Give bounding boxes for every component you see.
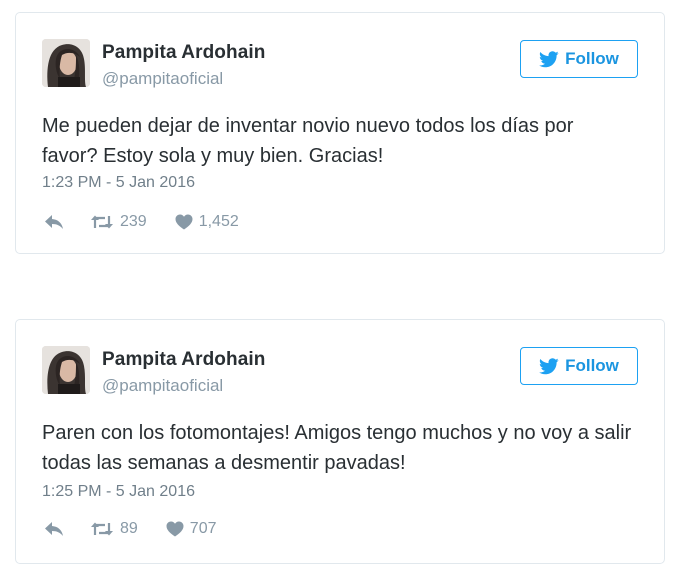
tweet-card: Pampita Ardohain @pampitaoficial Follow … bbox=[15, 319, 665, 564]
reply-button[interactable] bbox=[44, 214, 64, 230]
like-count: 707 bbox=[189, 520, 217, 537]
retweet-icon bbox=[90, 521, 114, 537]
avatar[interactable] bbox=[42, 346, 90, 394]
reply-button[interactable] bbox=[44, 521, 64, 537]
retweet-count: 239 bbox=[120, 213, 147, 230]
like-button[interactable]: 1,452 bbox=[175, 213, 239, 231]
tweet-actions: 89 707 bbox=[44, 518, 245, 540]
avatar[interactable] bbox=[42, 39, 90, 87]
twitter-bird-icon bbox=[539, 357, 559, 375]
follow-button[interactable]: Follow bbox=[520, 347, 638, 385]
reply-icon bbox=[44, 521, 64, 537]
user-name[interactable]: Pampita Ardohain bbox=[102, 42, 265, 64]
tweet-actions: 239 1,452 bbox=[44, 211, 267, 233]
tweet-timestamp[interactable]: 1:23 PM - 5 Jan 2016 bbox=[42, 174, 195, 192]
retweet-icon bbox=[90, 214, 114, 230]
like-button[interactable]: 707 bbox=[166, 520, 217, 538]
follow-label: Follow bbox=[565, 356, 619, 375]
follow-label: Follow bbox=[565, 49, 619, 68]
heart-icon bbox=[175, 214, 193, 230]
tweet-card: Pampita Ardohain @pampitaoficial Follow … bbox=[15, 12, 665, 254]
reply-icon bbox=[44, 214, 64, 230]
tweet-text: Paren con los fotomontajes! Amigos tengo… bbox=[42, 422, 632, 474]
twitter-bird-icon bbox=[539, 50, 559, 68]
follow-button[interactable]: Follow bbox=[520, 40, 638, 78]
user-name[interactable]: Pampita Ardohain bbox=[102, 349, 265, 371]
user-handle[interactable]: @pampitaoficial bbox=[102, 376, 223, 396]
tweet-timestamp[interactable]: 1:25 PM - 5 Jan 2016 bbox=[42, 483, 195, 501]
tweet-text: Me pueden dejar de inventar novio nuevo … bbox=[42, 115, 574, 167]
retweet-count: 89 bbox=[120, 520, 138, 537]
heart-icon bbox=[166, 521, 184, 537]
retweet-button[interactable]: 239 bbox=[90, 213, 147, 231]
retweet-button[interactable]: 89 bbox=[90, 520, 138, 538]
user-handle[interactable]: @pampitaoficial bbox=[102, 69, 223, 89]
like-count: 1,452 bbox=[198, 213, 239, 230]
